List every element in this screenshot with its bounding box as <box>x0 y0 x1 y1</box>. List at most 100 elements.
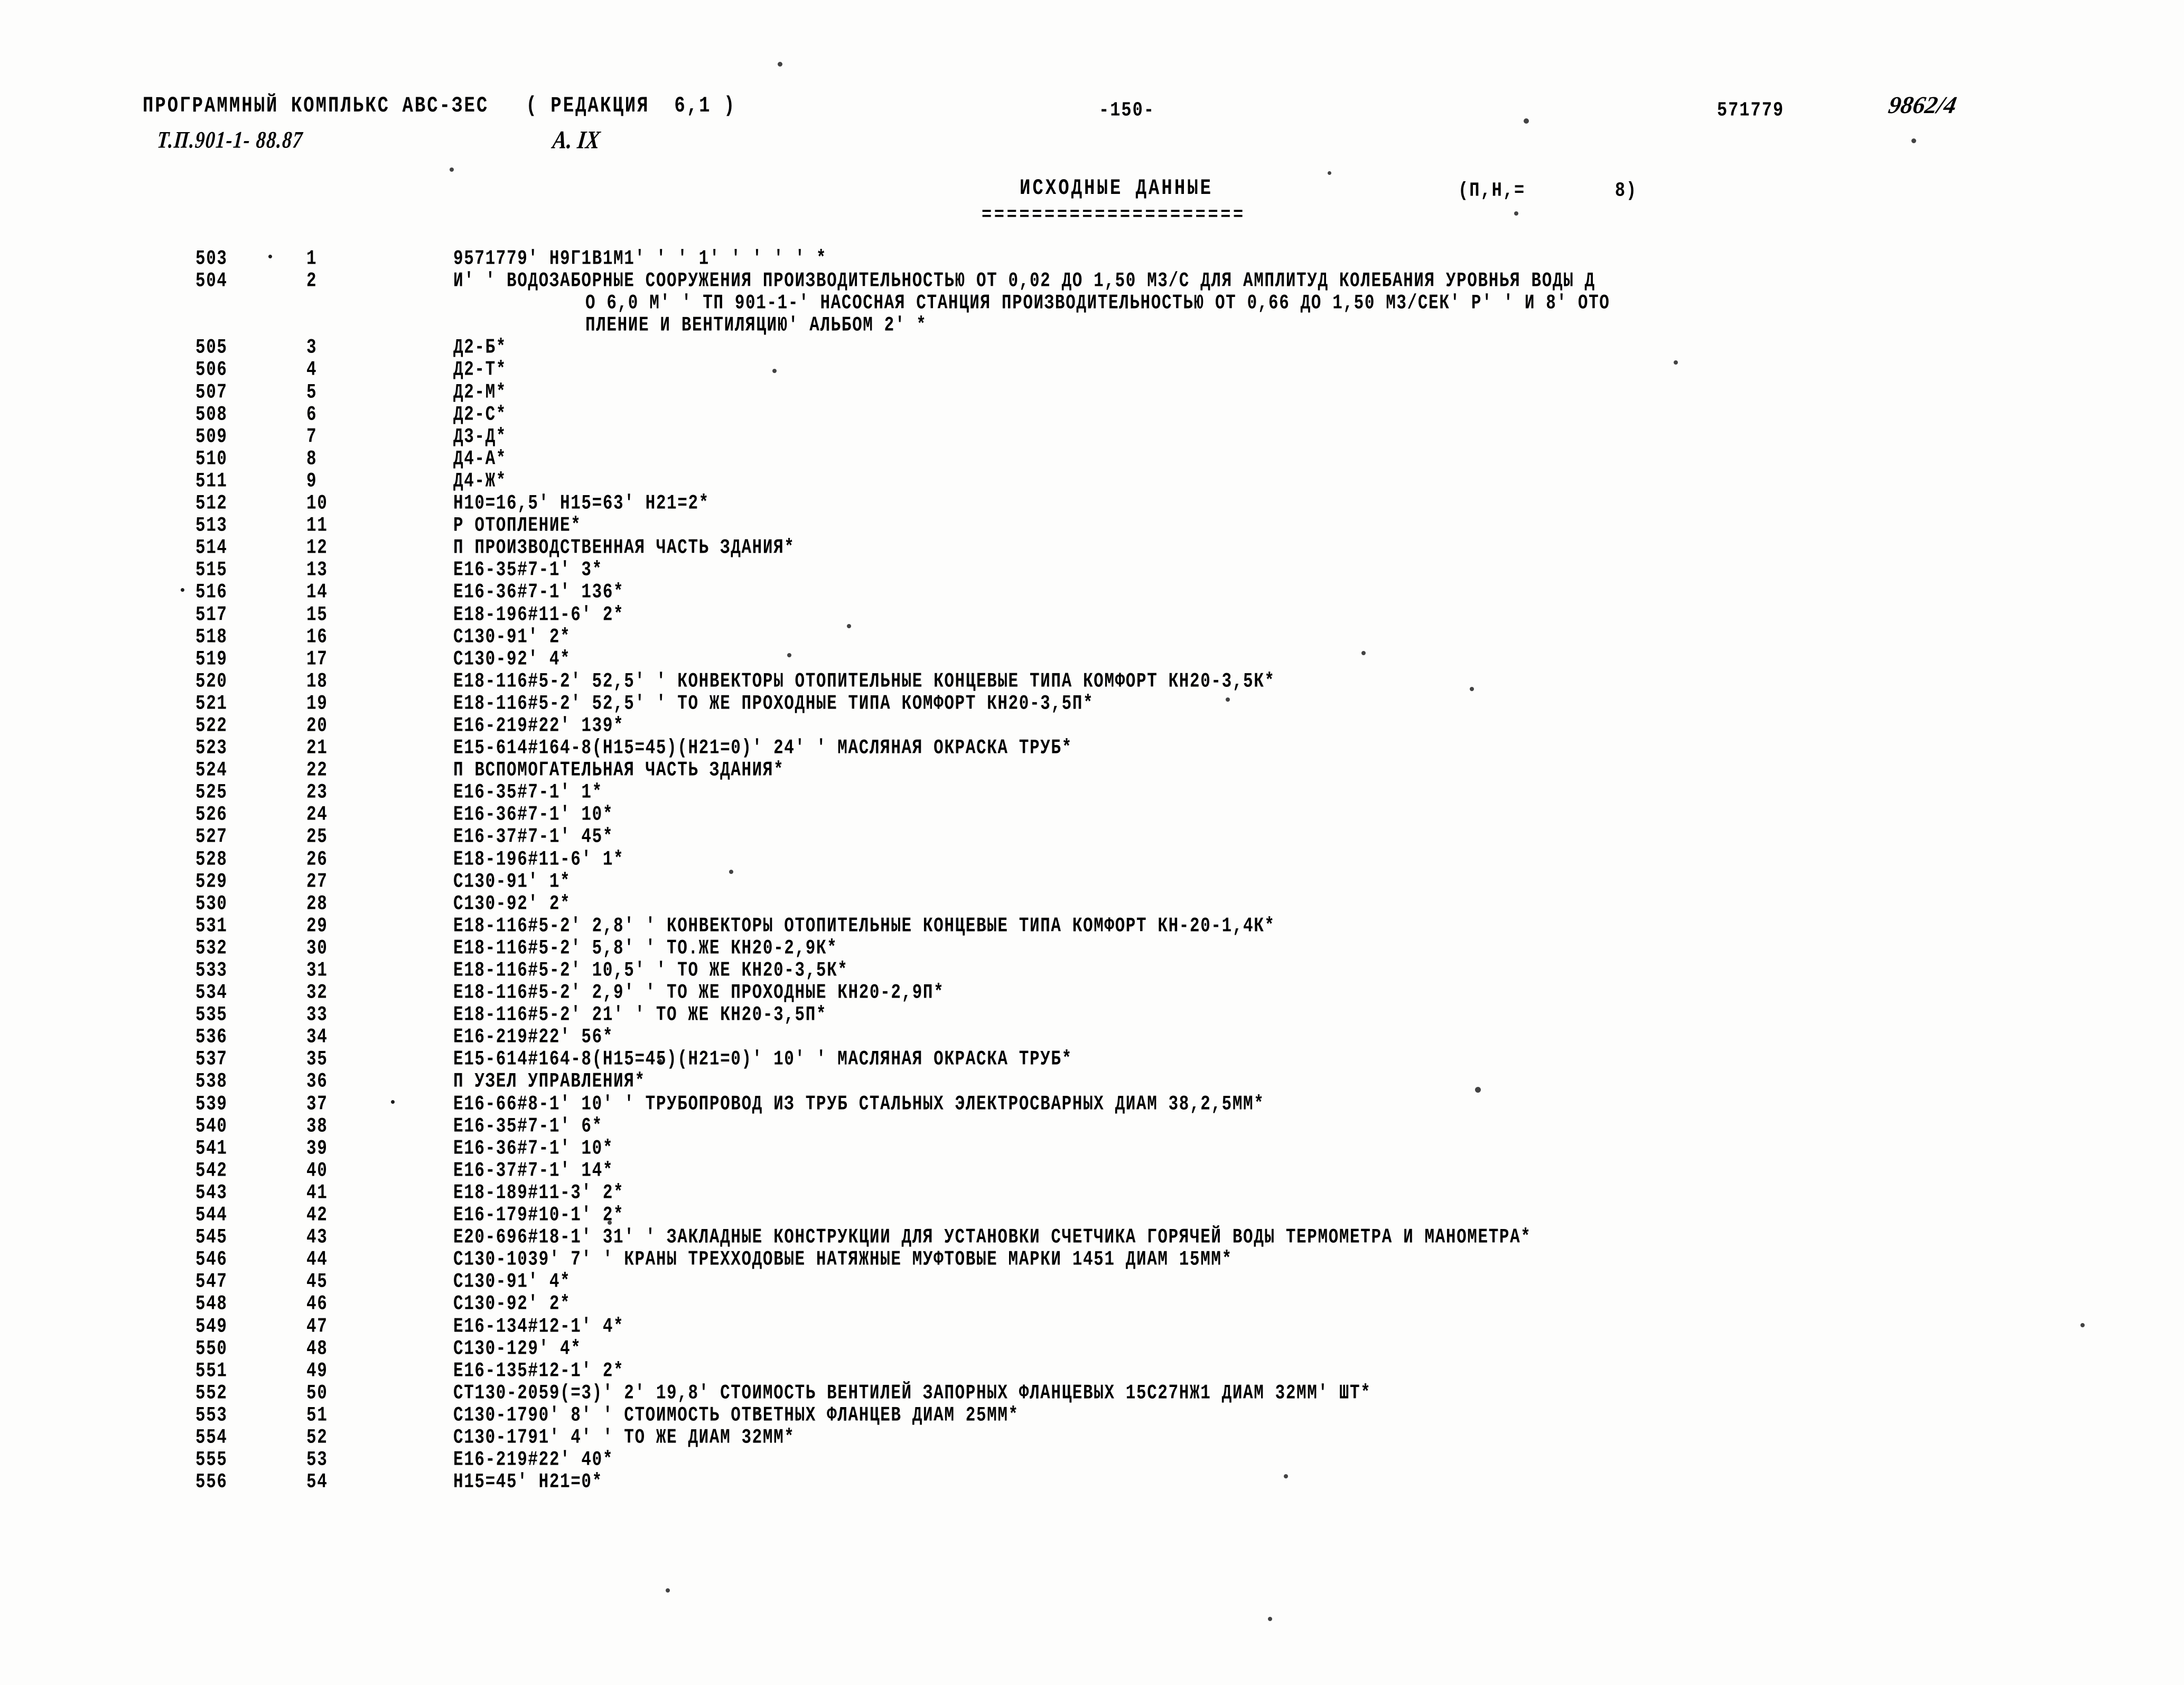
row-index-number: 24 <box>306 803 328 827</box>
listing-row: 552 50 СТ130-2059(=3)' 2' 19,8' СТОИМОСТЬ … <box>0 1381 2184 1405</box>
row-sequence-number: 542 <box>195 1159 228 1183</box>
listing-row: 530 28 С130-92' 2* <box>0 892 2184 916</box>
listing-row: 523 21 Е15-614#164-8(Н15=45)(Н21=0)' 24' '… <box>0 737 2184 760</box>
row-sequence-number: 544 <box>195 1204 228 1227</box>
listing-row: 509 7 Д3-Д* <box>0 425 2184 449</box>
row-record-text: Е16-36#7-1' 136* <box>453 581 624 604</box>
row-sequence-number: 554 <box>195 1426 228 1450</box>
row-sequence-number: 539 <box>195 1092 228 1116</box>
listing-row: 513 11 Р ОТОПЛЕНИЕ* <box>0 514 2184 537</box>
listing-row: 525 23 Е16-35#7-1' 1* <box>0 781 2184 805</box>
listing-row: 533 31 Е18-116#5-2' 10,5' ' ТО ЖЕ КН20-3,5… <box>0 959 2184 982</box>
listing-row: 515 13 Е16-35#7-1' 3* <box>0 558 2184 582</box>
listing-row: 520 18 Е18-116#5-2' 52,5' ' КОНВЕКТОРЫ ОТО… <box>0 669 2184 693</box>
row-sequence-number: 555 <box>195 1448 228 1472</box>
row-record-text: С130-91' 4* <box>453 1270 571 1294</box>
row-sequence-number: 547 <box>195 1270 228 1294</box>
row-index-number: 50 <box>306 1381 328 1405</box>
row-sequence-number: 508 <box>195 403 228 426</box>
row-record-text: Е16-219#22' 56* <box>453 1026 614 1049</box>
listing-row: 505 3 Д2-Б* <box>0 336 2184 359</box>
row-record-text: Е18-189#11-3' 2* <box>453 1181 624 1205</box>
row-sequence-number: 550 <box>195 1337 228 1361</box>
row-index-number: 21 <box>306 737 328 760</box>
row-sequence-number: 511 <box>195 469 228 494</box>
listing-row: 546 44 С130-1039' 7' ' КРАНЫ ТРЕХХОДОВЫЕ Н… <box>0 1248 2184 1272</box>
listing-row: 527 25 Е16-37#7-1' 45* <box>0 825 2184 849</box>
row-record-text: Е15-614#164-8(Н15=45)(Н21=0)' 24' ' МАСЛ… <box>453 737 1072 760</box>
row-index-number: 23 <box>306 781 328 805</box>
title-underline: ===================== <box>982 204 1246 226</box>
row-index-number: 8 <box>306 447 318 471</box>
row-index-number: 14 <box>306 581 328 604</box>
row-index-number: 16 <box>306 625 328 649</box>
row-index-number: 42 <box>306 1204 328 1227</box>
row-sequence-number: 546 <box>195 1248 228 1272</box>
row-record-text: С130-92' 2* <box>453 892 571 916</box>
row-sequence-number: 518 <box>195 625 228 649</box>
row-index-number: 20 <box>306 714 328 738</box>
row-continuation-text: ПЛЕНИЕ И ВЕНТИЛЯЦИЮ' АЛЬБОМ 2' * <box>585 314 927 338</box>
row-record-text: Е18-116#5-2' 52,5' ' ТО ЖЕ ПРОХОДНЫЕ ТИП… <box>453 692 1094 715</box>
row-record-text: Е16-36#7-1' 10* <box>453 1137 614 1160</box>
row-index-number: 25 <box>306 825 328 849</box>
row-index-number: 12 <box>306 536 328 560</box>
row-index-number: 52 <box>306 1426 328 1450</box>
row-index-number: 45 <box>306 1270 328 1294</box>
row-index-number: 54 <box>306 1470 328 1494</box>
row-record-text: С130-91' 2* <box>453 625 571 649</box>
row-sequence-number: 526 <box>195 803 228 827</box>
row-record-text: С130-1790' 8' ' СТОИМОСТЬ ОТВЕТНЫХ ФЛАНЦ… <box>453 1403 1019 1427</box>
listing-row: 504 2 И' ' ВОДОЗАБОРНЫЕ СООРУЖЕНИЯ ПРОИЗВО… <box>0 269 2184 293</box>
row-sequence-number: 535 <box>195 1003 228 1027</box>
row-index-number: 22 <box>306 759 328 783</box>
row-sequence-number: 512 <box>195 492 228 516</box>
row-record-text: Е16-219#22' 40* <box>453 1448 614 1472</box>
row-sequence-number: 528 <box>195 848 228 871</box>
listing-row: 548 46 С130-92' 2* <box>0 1292 2184 1316</box>
listing-row: 550 48 С130-129' 4* <box>0 1337 2184 1361</box>
row-index-number: 2 <box>306 269 318 293</box>
listing-row: 536 34 Е16-219#22' 56* <box>0 1026 2184 1049</box>
row-record-text: Е18-196#11-6' 2* <box>453 603 624 627</box>
row-sequence-number: 510 <box>195 447 228 471</box>
listing-row: 517 15 Е18-196#11-6' 2* <box>0 603 2184 627</box>
row-record-text: Е16-36#7-1' 10* <box>453 803 614 827</box>
row-index-number: 49 <box>306 1359 328 1383</box>
row-record-text: Е16-179#10-1' 2* <box>453 1204 624 1227</box>
row-record-text: П УЗЕЛ УПРАВЛЕНИЯ* <box>453 1070 646 1094</box>
row-sequence-number: 545 <box>195 1226 228 1250</box>
archive-stamp: 9862/4 <box>1886 91 1959 118</box>
row-sequence-number: 556 <box>195 1470 228 1494</box>
row-index-number: 15 <box>306 603 328 627</box>
program-complex-line: ПРОГРАММНЫЙ КОМПЛЬКС АВС-ЗЕС ( РЕДАКЦИЯ … <box>143 94 736 119</box>
row-record-text: Е16-35#7-1' 6* <box>453 1114 603 1138</box>
listing-row: ПЛЕНИЕ И ВЕНТИЛЯЦИЮ' АЛЬБОМ 2' * <box>0 314 2184 338</box>
listing-row: 528 26 Е18-196#11-6' 1* <box>0 848 2184 871</box>
row-index-number: 19 <box>306 692 328 715</box>
row-index-number: 44 <box>306 1248 328 1272</box>
row-record-text: С130-1791' 4' ' ТО ЖЕ ДИАМ 32ММ* <box>453 1426 795 1450</box>
row-sequence-number: 527 <box>195 825 228 849</box>
row-record-text: Е15-614#164-8(Н15=45)(Н21=0)' 10' ' МАСЛ… <box>453 1048 1072 1072</box>
row-index-number: 46 <box>306 1292 328 1316</box>
listing-row: 538 36 П УЗЕЛ УПРАВЛЕНИЯ* <box>0 1070 2184 1094</box>
listing-row: 526 24 Е16-36#7-1' 10* <box>0 803 2184 827</box>
row-sequence-number: 531 <box>195 914 228 938</box>
listing-row: 521 19 Е18-116#5-2' 52,5' ' ТО ЖЕ ПРОХОДНЫ… <box>0 692 2184 715</box>
row-record-text: С130-1039' 7' ' КРАНЫ ТРЕХХОДОВЫЕ НАТЯЖН… <box>453 1248 1233 1272</box>
row-index-number: 39 <box>306 1137 328 1160</box>
row-sequence-number: 525 <box>195 781 228 805</box>
listing-row: 539 37 Е16-66#8-1' 10' ' ТРУБОПРОВОД ИЗ ТР… <box>0 1092 2184 1116</box>
listing-row: 535 33 Е18-116#5-2' 21' ' ТО ЖЕ КН20-3,5П* <box>0 1003 2184 1027</box>
row-index-number: 10 <box>306 492 328 516</box>
listing-row: 543 41 Е18-189#11-3' 2* <box>0 1181 2184 1205</box>
row-record-text: П ПРОИЗВОДСТВЕННАЯ ЧАСТЬ ЗДАНИЯ* <box>453 536 795 560</box>
row-record-text: Е16-66#8-1' 10' ' ТРУБОПРОВОД ИЗ ТРУБ СТ… <box>453 1092 1265 1116</box>
listing-row: 555 53 Е16-219#22' 40* <box>0 1448 2184 1472</box>
row-sequence-number: 551 <box>195 1359 228 1383</box>
listing-row: 553 51 С130-1790' 8' ' СТОИМОСТЬ ОТВЕТНЫХ … <box>0 1403 2184 1427</box>
row-index-number: 18 <box>306 669 328 693</box>
row-sequence-number: 537 <box>195 1048 228 1072</box>
printout-page: ПРОГРАММНЫЙ КОМПЛЬКС АВС-ЗЕС ( РЕДАКЦИЯ … <box>0 0 2184 1685</box>
